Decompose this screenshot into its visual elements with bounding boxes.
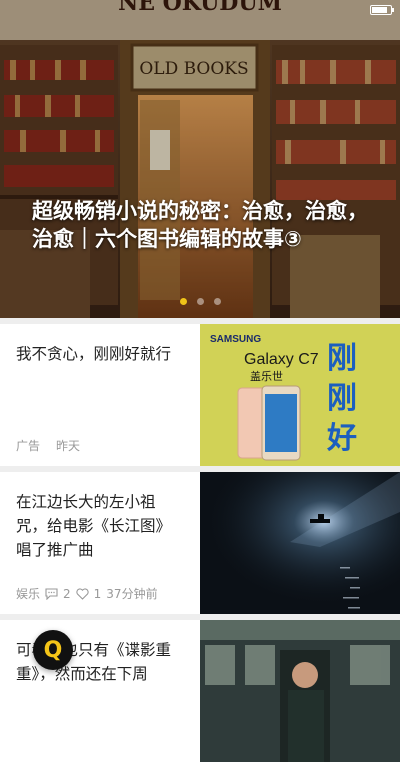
carousel-dot[interactable] (179, 298, 187, 305)
comment-icon (45, 587, 58, 600)
ad-slogan-2: 刚 (327, 381, 357, 416)
badge-letter: Q (43, 637, 63, 663)
samsung-ad-image: SAMSUNG Galaxy C7 盖乐世 刚 刚 好 (200, 324, 400, 466)
ad-slogan-3: 好 (326, 421, 357, 456)
carousel-indicator (0, 298, 400, 305)
article-category: 广告 (16, 439, 41, 453)
article-title[interactable]: 我不贪心，刚刚好就行 (16, 342, 176, 366)
article-card[interactable]: 我不贪心，刚刚好就行 广告 昨天 SAMSUNG Galaxy C7 盖乐世 刚… (0, 318, 400, 466)
ad-brand: SAMSUNG (210, 334, 261, 345)
ad-thumbnail[interactable]: SAMSUNG Galaxy C7 盖乐世 刚 刚 好 (200, 324, 400, 466)
article-thumbnail[interactable] (200, 620, 400, 762)
article-card[interactable]: 在江边长大的左小祖咒，给电影《长江图》唱了推广曲 娱乐 2 1 37分钟前 (0, 466, 400, 614)
heart-icon (76, 587, 89, 600)
battery-icon (370, 5, 394, 15)
hero-banner[interactable]: NE OKUDUM OLD BOOKS 超级畅销小说的秘密：治愈，治愈，治愈｜六… (0, 0, 400, 318)
article-feed: 我不贪心，刚刚好就行 广告 昨天 SAMSUNG Galaxy C7 盖乐世 刚… (0, 318, 400, 762)
article-time: 昨天 (56, 439, 81, 453)
status-bar (0, 0, 400, 20)
hero-title[interactable]: 超级畅销小说的秘密：治愈，治愈，治愈｜六个图书编辑的故事③ (32, 197, 372, 253)
article-category: 娱乐 (16, 587, 41, 601)
river-night-image (200, 472, 400, 614)
like-count: 1 (93, 586, 102, 601)
carousel-dot[interactable] (196, 298, 204, 305)
article-time: 37分钟前 (106, 587, 158, 601)
article-title[interactable]: 在江边长大的左小祖咒，给电影《长江图》唱了推广曲 (16, 490, 176, 562)
ad-slogan-1: 刚 (327, 341, 357, 376)
article-thumbnail[interactable] (200, 472, 400, 614)
comment-count: 2 (63, 586, 71, 601)
street-scene-image (200, 620, 400, 762)
article-meta: 娱乐 2 1 37分钟前 (16, 585, 158, 602)
carousel-dot[interactable] (213, 298, 221, 305)
article-meta: 广告 昨天 (16, 437, 80, 454)
ad-sub: 盖乐世 (250, 369, 283, 383)
ad-model: Galaxy C7 (244, 351, 319, 368)
bookstore-image: NE OKUDUM OLD BOOKS (0, 0, 400, 318)
app-logo-badge[interactable]: Q (33, 630, 73, 670)
